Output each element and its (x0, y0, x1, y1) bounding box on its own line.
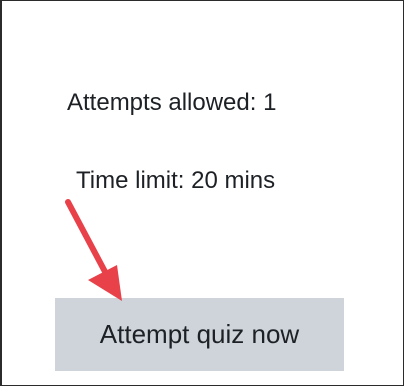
quiz-info-panel: Attempts allowed: 1 Time limit: 20 mins … (0, 0, 404, 386)
time-limit-text: Time limit: 20 mins (76, 167, 276, 194)
attempts-allowed-text: Attempts allowed: 1 (67, 89, 277, 116)
attempt-quiz-button[interactable]: Attempt quiz now (55, 298, 344, 371)
